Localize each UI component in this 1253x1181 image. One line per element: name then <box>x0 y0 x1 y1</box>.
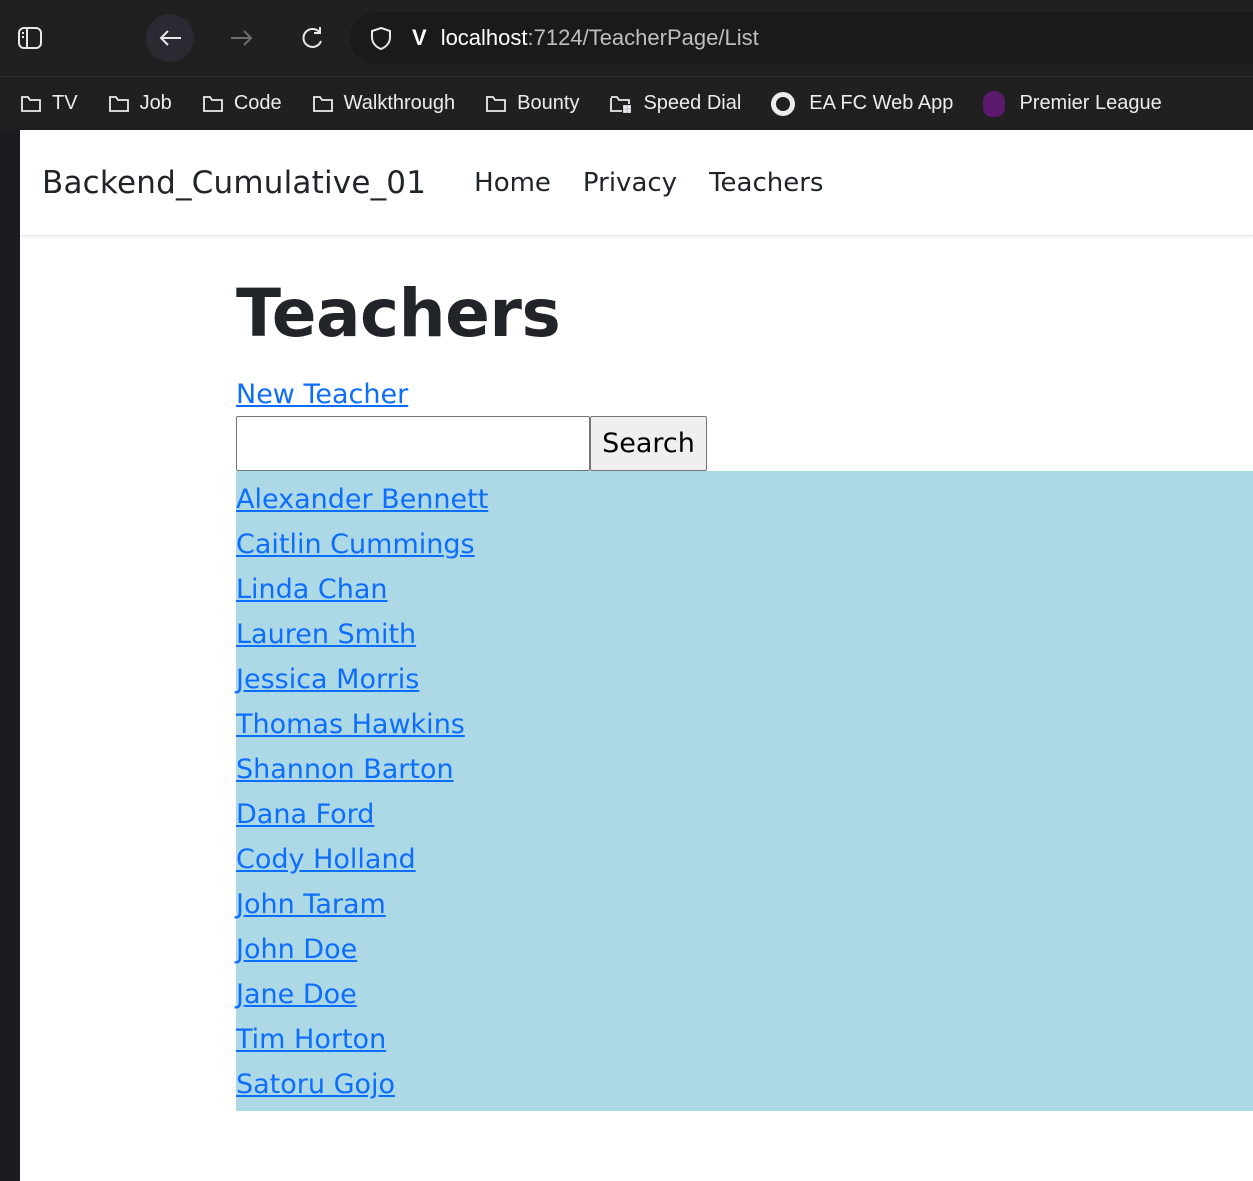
teacher-link[interactable]: Lauren Smith <box>236 612 1253 657</box>
main-content: Teachers New Teacher Search Alexander Be… <box>236 276 1253 1111</box>
folder-icon <box>108 95 129 112</box>
nav-link-teachers[interactable]: Teachers <box>709 168 823 198</box>
teacher-list: Alexander Bennett Caitlin Cummings Linda C… <box>236 471 1253 1111</box>
teacher-link[interactable]: Linda Chan <box>236 567 1253 612</box>
url-host: localhost <box>440 25 528 50</box>
teacher-link[interactable]: Shannon Barton <box>236 747 1253 792</box>
teacher-link[interactable]: Caitlin Cummings <box>236 522 1253 567</box>
bookmark-job[interactable]: Job <box>108 92 172 115</box>
bookmark-label: Bounty <box>517 92 580 114</box>
page-title: Teachers <box>236 275 561 352</box>
teacher-link[interactable]: Cody Holland <box>236 837 1253 882</box>
globe-icon <box>771 91 796 116</box>
speed-dial-icon <box>610 95 632 113</box>
folder-icon <box>312 95 333 112</box>
bookmark-walkthrough[interactable]: Walkthrough <box>312 92 456 115</box>
browser-toolbar: V localhost:7124/TeacherPage/List <box>0 0 1253 76</box>
site-navbar: Backend_Cumulative_01 Home Privacy Teach… <box>20 130 1253 236</box>
shield-icon[interactable] <box>368 25 394 51</box>
back-arrow-icon[interactable] <box>146 14 194 62</box>
reload-icon[interactable] <box>288 14 336 62</box>
new-teacher-link[interactable]: New Teacher <box>236 378 408 412</box>
teacher-link[interactable]: Jane Doe <box>236 972 1253 1017</box>
search-form: Search <box>236 416 1253 471</box>
teacher-link[interactable]: Tim Horton <box>236 1017 1253 1062</box>
bookmark-label: Premier League <box>1019 92 1162 114</box>
premier-league-icon <box>983 90 1006 117</box>
sidebar-toggle-icon[interactable] <box>6 14 54 62</box>
vivaldi-logo-icon: V <box>412 25 427 50</box>
forward-arrow-icon[interactable] <box>218 14 266 62</box>
bookmark-label: TV <box>52 92 78 114</box>
search-input[interactable] <box>236 416 590 471</box>
teacher-link[interactable]: Alexander Bennett <box>236 477 1253 522</box>
bookmark-bounty[interactable]: Bounty <box>485 92 579 115</box>
teacher-link[interactable]: John Doe <box>236 927 1253 972</box>
bookmark-label: Speed Dial <box>643 92 742 114</box>
page-viewport: Backend_Cumulative_01 Home Privacy Teach… <box>20 130 1253 1181</box>
bookmark-tv[interactable]: TV <box>20 92 78 115</box>
folder-icon <box>202 95 223 112</box>
bookmark-speed-dial[interactable]: Speed Dial <box>609 92 741 115</box>
site-brand[interactable]: Backend_Cumulative_01 <box>42 165 426 201</box>
folder-icon <box>486 95 507 112</box>
url-path: :7124/TeacherPage/List <box>527 25 759 50</box>
bookmark-label: Code <box>233 92 282 114</box>
nav-link-home[interactable]: Home <box>474 168 551 198</box>
search-button[interactable]: Search <box>590 416 707 471</box>
bookmarks-bar: TV Job Code Walkthrough Bounty Speed Dia… <box>0 76 1253 130</box>
address-bar[interactable]: V localhost:7124/TeacherPage/List <box>350 12 1253 64</box>
browser-chrome: V localhost:7124/TeacherPage/List TV Job… <box>0 0 1253 130</box>
bookmark-label: Walkthrough <box>343 92 456 114</box>
teacher-link[interactable]: Thomas Hawkins <box>236 702 1253 747</box>
browser-side-panel-edge <box>0 130 20 1181</box>
bookmark-label: EA FC Web App <box>809 92 954 114</box>
bookmark-premier-league[interactable]: Premier League <box>983 90 1162 117</box>
bookmark-code[interactable]: Code <box>202 92 282 115</box>
bookmark-label: Job <box>139 92 172 114</box>
folder-icon <box>21 95 41 112</box>
teacher-link[interactable]: Satoru Gojo <box>236 1062 1253 1107</box>
teacher-link[interactable]: Jessica Morris <box>236 657 1253 702</box>
bookmark-ea-fc[interactable]: EA FC Web App <box>771 91 954 116</box>
teacher-link[interactable]: John Taram <box>236 882 1253 927</box>
teacher-link[interactable]: Dana Ford <box>236 792 1253 837</box>
nav-link-privacy[interactable]: Privacy <box>583 168 677 198</box>
